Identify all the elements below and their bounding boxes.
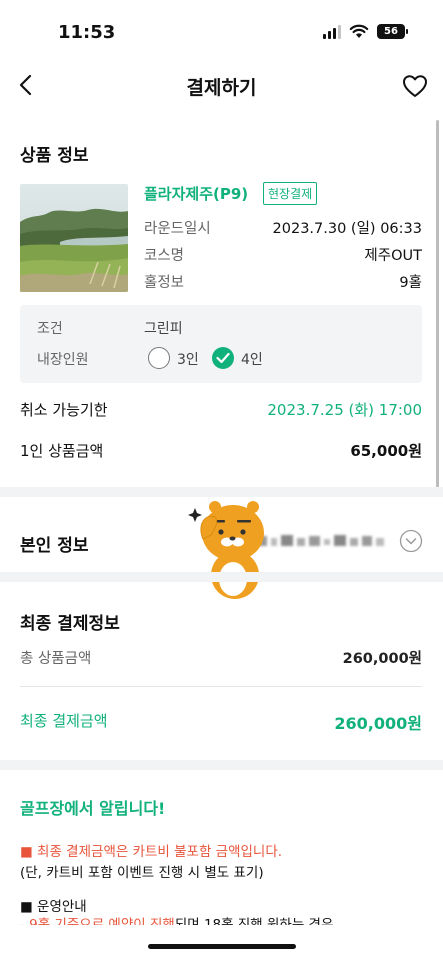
chevron-down-circle-icon[interactable]	[399, 529, 423, 553]
lion-mascot-sticker	[188, 501, 264, 599]
unit-price-label: 1인 상품금액	[20, 442, 104, 460]
notice-operation-detail: - 9홀 기준으로 예약이 진행되며 18홀 진행 원하는 경우	[20, 913, 333, 925]
onsite-payment-badge: 현장결제	[263, 182, 318, 205]
heart-outline-icon[interactable]	[401, 72, 429, 100]
home-indicator[interactable]	[148, 944, 296, 949]
status-bar: 11:53 56	[0, 0, 443, 58]
info-row-course: 코스명 제주OUT	[144, 244, 422, 265]
info-value: 2023.7.30 (일) 06:33	[272, 221, 422, 237]
info-row-round-time: 라운드일시 2023.7.30 (일) 06:33	[144, 217, 422, 238]
unit-price-row: 1인 상품금액 65,000원	[20, 440, 422, 461]
condition-box: 조건 그린피 내장인원 3인 4인	[20, 305, 422, 383]
unit-price-value: 65,000원	[350, 442, 422, 460]
info-label: 코스명	[144, 248, 185, 264]
players-4-label[interactable]: 4인	[241, 349, 263, 369]
final-amount-label: 최종 결제금액	[20, 712, 108, 730]
notice-operation-rest: 되며 18홀 진행 원하는 경우	[174, 917, 334, 925]
players-3-label[interactable]: 3인	[177, 349, 199, 369]
golf-course-thumbnail	[20, 184, 128, 292]
players-3-radio[interactable]	[148, 347, 170, 369]
section-divider	[0, 760, 443, 770]
status-time: 11:53	[58, 22, 116, 43]
info-label: 홀정보	[144, 275, 185, 291]
total-amount-label: 총 상품금액	[20, 651, 92, 667]
players-4-radio[interactable]	[212, 347, 234, 369]
scrollbar[interactable]	[436, 120, 439, 495]
notice-cart-fee-exception: (단, 카트비 포함 이벤트 진행 시 별도 표기)	[20, 865, 264, 881]
info-value: 제주OUT	[364, 248, 422, 264]
condition-value: 그린피	[144, 321, 183, 337]
product-section-title: 상품 정보	[20, 146, 89, 166]
cancel-deadline-label: 취소 가능기한	[20, 401, 108, 419]
row-divider	[20, 686, 422, 687]
notice-cart-fee: ■ 최종 결제금액은 카트비 불포함 금액입니다.	[20, 844, 283, 860]
check-icon	[216, 352, 230, 364]
notice-operation-heading: ■ 운영안내	[20, 899, 87, 915]
wifi-icon	[349, 24, 369, 38]
final-amount-row: 최종 결제금액 260,000원	[20, 710, 422, 734]
condition-label: 조건	[37, 321, 63, 337]
personal-section-title[interactable]: 본인 정보	[20, 531, 88, 556]
total-amount-value: 260,000원	[342, 651, 422, 667]
notice-operation-red: - 9홀 기준으로 예약이 진행	[20, 917, 175, 925]
cellular-signal-icon	[323, 24, 341, 39]
total-amount-row: 총 상품금액 260,000원	[20, 647, 422, 668]
notice-title: 골프장에서 알립니다!	[20, 799, 166, 818]
info-value: 9홀	[399, 275, 422, 291]
info-label: 라운드일시	[144, 221, 211, 237]
product-name[interactable]: 플라자제주(P9)	[144, 183, 248, 204]
battery-icon: 56	[377, 24, 408, 39]
info-row-holes: 홀정보 9홀	[144, 271, 422, 292]
page-title: 결제하기	[186, 77, 257, 99]
payment-section-title: 최종 결제정보	[20, 614, 120, 634]
section-divider	[0, 572, 443, 582]
masked-user-info	[257, 535, 384, 546]
cancel-deadline-row: 취소 가능기한 2023.7.25 (화) 17:00	[20, 399, 422, 420]
cancel-deadline-value: 2023.7.25 (화) 17:00	[267, 401, 422, 419]
final-amount-value: 260,000원	[334, 714, 422, 733]
status-icons: 56	[323, 24, 408, 39]
navigation-bar: 결제하기	[0, 58, 443, 114]
players-label: 내장인원	[37, 352, 89, 368]
